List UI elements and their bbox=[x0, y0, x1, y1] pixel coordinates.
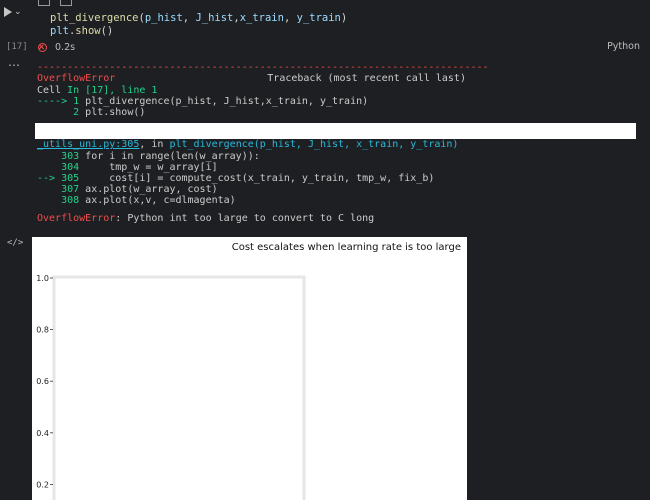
code-token: () bbox=[100, 25, 114, 37]
code-token: J_hist bbox=[195, 12, 234, 24]
traceback-label: Traceback (most recent call last) bbox=[267, 73, 466, 84]
toolbar-icon[interactable] bbox=[38, 0, 50, 6]
traceback-source-line: 303 for i in range(len(w_array)): bbox=[37, 151, 260, 162]
cell-ref-prefix: Cell bbox=[37, 85, 68, 96]
execution-count: [17] bbox=[6, 42, 28, 52]
function-ref: plt_divergence(p_hist, J_hist, x_train, … bbox=[169, 139, 459, 150]
line-arrow: ----> 1 bbox=[37, 96, 86, 107]
cell-ref-link[interactable]: In [17], line 1 bbox=[67, 85, 157, 96]
y-tick-label: 0.4 bbox=[36, 429, 49, 438]
code-output-icon[interactable]: </> bbox=[7, 238, 23, 248]
code-token: plt bbox=[50, 25, 69, 37]
code-line[interactable]: plt_divergence(p_hist, J_hist,x_train, y… bbox=[50, 12, 347, 24]
code-token: x_train bbox=[239, 12, 284, 24]
code-line[interactable]: plt.show() bbox=[50, 25, 113, 37]
code-token: ) bbox=[340, 12, 348, 24]
execution-status: 0.2s bbox=[38, 40, 75, 54]
traceback-separator: ----------------------------------------… bbox=[37, 62, 489, 73]
final-error-message: : Python int too large to convert to C l… bbox=[115, 213, 375, 224]
code-token: , bbox=[182, 12, 196, 24]
line-arrow: --> 305 bbox=[37, 173, 86, 184]
file-link[interactable]: _utils_uni.py:305 bbox=[37, 139, 139, 150]
axes-frame bbox=[52, 275, 306, 500]
file-reference: _utils_uni.py:305, in plt_divergence(p_h… bbox=[37, 139, 458, 150]
traceback-source-line: 307 ax.plot(w_array, cost) bbox=[37, 184, 218, 195]
line-number: 2 bbox=[37, 107, 86, 118]
notebook-cell: ⌄ plt_divergence(p_hist, J_hist,x_train,… bbox=[0, 0, 650, 60]
line-code: plt.show() bbox=[85, 107, 146, 118]
line-number: 304 bbox=[37, 162, 86, 173]
toolbar-icon[interactable] bbox=[60, 0, 72, 6]
final-error-name: OverflowError bbox=[37, 213, 116, 224]
chevron-down-icon[interactable]: ⌄ bbox=[14, 7, 22, 17]
plot-canvas: 1.0 0.8 0.6 0.4 0.2 bbox=[36, 274, 306, 500]
line-code: ax.plot(x,v, c=dlmagenta) bbox=[85, 195, 236, 206]
final-error: OverflowError: Python int too large to c… bbox=[37, 213, 374, 224]
cell-reference: Cell In [17], line 1 bbox=[37, 85, 157, 96]
code-token: show bbox=[75, 25, 101, 37]
traceback-header: OverflowError Traceback (most recent call… bbox=[37, 73, 466, 84]
line-code: for i in range(len(w_array)): bbox=[85, 151, 260, 162]
y-tick-label: 0.6 bbox=[36, 377, 49, 386]
y-tick-label: 0.2 bbox=[36, 480, 49, 489]
line-code: ax.plot(w_array, cost) bbox=[85, 184, 218, 195]
code-token: , bbox=[283, 12, 297, 24]
code-token: plt_divergence bbox=[50, 12, 139, 24]
cell-toolbar bbox=[38, 0, 78, 6]
line-code: cost[i] = compute_cost(x_train, y_train,… bbox=[85, 173, 435, 184]
redacted-bar bbox=[35, 123, 636, 139]
error-icon bbox=[38, 42, 47, 52]
traceback-source-line: --> 305 cost[i] = compute_cost(x_train, … bbox=[37, 173, 434, 184]
traceback-source-line: 304 tmp_w = w_array[i] bbox=[37, 162, 218, 173]
play-icon bbox=[4, 7, 12, 17]
run-cell-button[interactable]: ⌄ bbox=[4, 4, 26, 20]
line-number: 308 bbox=[37, 195, 86, 206]
line-code: tmp_w = w_array[i] bbox=[85, 162, 218, 173]
language-label[interactable]: Python bbox=[607, 41, 640, 52]
file-ref-in: , in bbox=[139, 139, 170, 150]
line-number: 307 bbox=[37, 184, 86, 195]
error-name: OverflowError bbox=[37, 73, 116, 84]
y-tick-label: 1.0 bbox=[36, 274, 49, 283]
traceback-line: 2 plt.show() bbox=[37, 107, 145, 118]
y-tick-label: 0.8 bbox=[36, 326, 49, 335]
line-code: plt_divergence(p_hist, J_hist,x_train, y… bbox=[85, 96, 369, 107]
ellipsis-icon[interactable]: ⋯ bbox=[8, 58, 21, 72]
line-number: 303 bbox=[37, 151, 86, 162]
code-token: y_train bbox=[296, 12, 341, 24]
matplotlib-figure: Cost escalates when learning rate is too… bbox=[32, 237, 467, 500]
code-token: p_hist bbox=[144, 12, 183, 24]
traceback-source-line: 308 ax.plot(x,v, c=dlmagenta) bbox=[37, 195, 236, 206]
traceback-line: ----> 1 plt_divergence(p_hist, J_hist,x_… bbox=[37, 96, 368, 107]
execution-duration: 0.2s bbox=[55, 41, 76, 53]
